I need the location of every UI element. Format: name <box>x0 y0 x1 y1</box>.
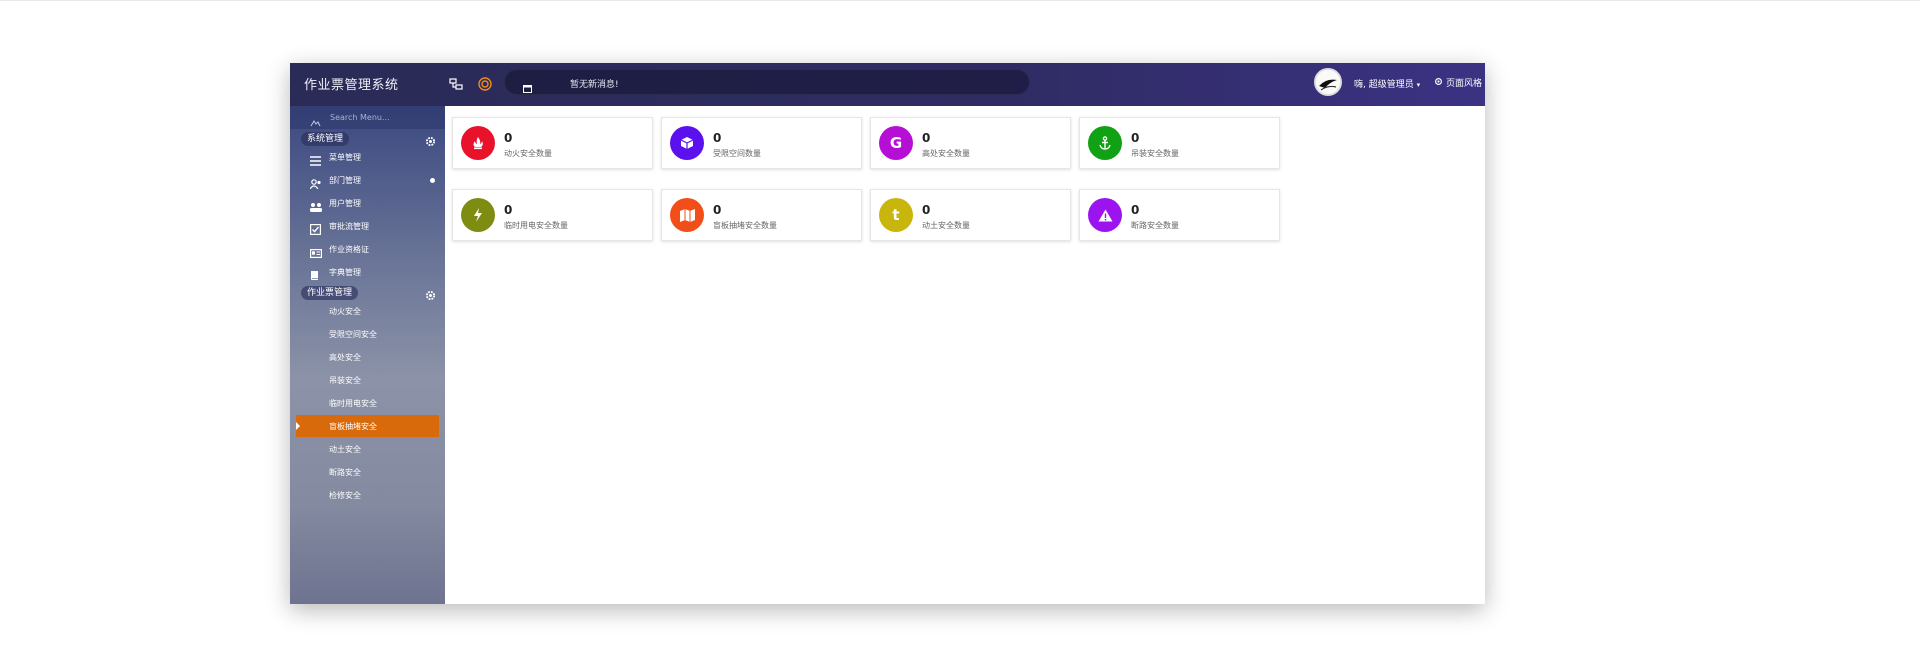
search-icon <box>310 113 321 132</box>
top-divider <box>0 0 1920 1</box>
gear-icon <box>1434 77 1443 89</box>
sidebar-item-label: 用户管理 <box>329 199 361 208</box>
sidebar-item-height-work[interactable]: 高处安全 <box>296 346 439 368</box>
stat-label: 高处安全数量 <box>922 149 970 158</box>
google-icon: G <box>879 126 913 160</box>
users-icon <box>309 174 322 190</box>
sidebar-item-label: 动火安全 <box>329 307 361 316</box>
sidebar-item-approval-flow[interactable]: 审批流管理 <box>296 215 439 237</box>
gear-icon[interactable] <box>425 286 437 301</box>
search-menu-input[interactable] <box>330 110 435 125</box>
stat-count: 0 <box>713 131 722 145</box>
status-dot <box>430 178 435 183</box>
checkbox-icon <box>310 220 322 236</box>
section-label-system: 系统管理 <box>301 132 350 146</box>
sidebar-item-label: 字典管理 <box>329 268 361 277</box>
sidebar-item-confined-space[interactable]: 受限空间安全 <box>296 323 439 345</box>
tumblr-icon: t <box>879 198 913 232</box>
list-icon <box>310 151 322 166</box>
section-label-work-ticket: 作业票管理 <box>301 286 359 300</box>
sidebar-item-users[interactable]: 用户管理 <box>296 192 439 214</box>
user-menu[interactable]: 嗨, 超级管理员 ▾ <box>1354 77 1420 90</box>
sidebar-item-certificate[interactable]: 作业资格证 <box>296 238 439 260</box>
user-name: 嗨, 超级管理员 <box>1354 80 1414 90</box>
stat-card-excavation[interactable]: t 0 动土安全数量 <box>870 189 1071 241</box>
stat-label: 吊装安全数量 <box>1131 149 1179 158</box>
stat-card-hot-work[interactable]: 0 动火安全数量 <box>452 117 653 169</box>
stat-card-blind-plate[interactable]: 0 盲板抽堵安全数量 <box>661 189 862 241</box>
avatar[interactable] <box>1314 68 1342 96</box>
stat-count: 0 <box>922 131 931 145</box>
stat-count: 0 <box>713 203 722 217</box>
sidebar-item-label: 菜单管理 <box>329 153 361 162</box>
sidebar-item-label: 受限空间安全 <box>329 330 377 339</box>
stat-card-temp-power[interactable]: 0 临时用电安全数量 <box>452 189 653 241</box>
fire-icon <box>461 126 495 160</box>
app-window: 作业票管理系统 暂无新消息! 嗨, 超级管理员 ▾ 页面风格 Search Me… <box>290 63 1485 604</box>
stat-label: 动土安全数量 <box>922 221 970 230</box>
notice-bar[interactable]: 暂无新消息! <box>504 69 1030 95</box>
app-title: 作业票管理系统 <box>304 78 399 93</box>
main-content: 0 动火安全数量 0 受限空间数量 G 0 高处安全数量 0 吊装安全数量 0 … <box>445 106 1485 604</box>
sidebar-item-label: 高处安全 <box>329 353 361 362</box>
stat-label: 临时用电安全数量 <box>504 221 568 230</box>
caret-down-icon: ▾ <box>1416 81 1421 89</box>
stat-card-height-work[interactable]: G 0 高处安全数量 <box>870 117 1071 169</box>
calendar-icon <box>523 78 532 97</box>
sidebar-item-dictionary[interactable]: 字典管理 <box>296 261 439 283</box>
sidebar-item-maintenance[interactable]: 检修安全 <box>296 484 439 506</box>
notice-text: 暂无新消息! <box>570 80 619 90</box>
sidebar-item-hot-work[interactable]: 动火安全 <box>296 300 439 322</box>
gear-icon[interactable] <box>425 132 437 147</box>
sidebar-search <box>290 106 445 129</box>
user-group-icon <box>310 197 322 212</box>
anchor-icon <box>1088 126 1122 160</box>
stat-label: 动火安全数量 <box>504 149 552 158</box>
sidebar-item-lifting[interactable]: 吊装安全 <box>296 369 439 391</box>
sidebar-item-department[interactable]: 部门管理 <box>296 169 439 191</box>
sidebar-item-label: 断路安全 <box>329 468 361 477</box>
sidebar-item-label: 部门管理 <box>329 176 361 185</box>
stat-count: 0 <box>504 131 513 145</box>
sidebar-item-label: 动土安全 <box>329 445 361 454</box>
cube-icon <box>670 126 704 160</box>
page-style-label: 页面风格 <box>1446 79 1483 89</box>
top-header: 作业票管理系统 暂无新消息! 嗨, 超级管理员 ▾ 页面风格 <box>290 63 1485 106</box>
stat-label: 受限空间数量 <box>713 149 761 158</box>
sidebar: 系统管理 菜单管理 部门管理 用户管理 审批流管理 作业资格证 字典管理 <box>290 106 445 604</box>
sidebar-item-label: 检修安全 <box>329 491 361 500</box>
page-style-button[interactable]: 页面风格 <box>1434 76 1482 89</box>
target-icon[interactable] <box>474 73 496 95</box>
sidebar-item-excavation[interactable]: 动土安全 <box>296 438 439 460</box>
stat-count: 0 <box>504 203 513 217</box>
stat-count: 0 <box>922 203 931 217</box>
stat-count: 0 <box>1131 203 1140 217</box>
sidebar-item-blind-plate[interactable]: 盲板抽堵安全 <box>296 415 439 437</box>
sidebar-item-temp-power[interactable]: 临时用电安全 <box>296 392 439 414</box>
map-icon <box>670 198 704 232</box>
warning-icon <box>1088 198 1122 232</box>
stat-card-lifting[interactable]: 0 吊装安全数量 <box>1079 117 1280 169</box>
stat-count: 0 <box>1131 131 1140 145</box>
sidebar-item-label: 作业资格证 <box>329 245 369 254</box>
stat-label: 断路安全数量 <box>1131 221 1179 230</box>
sidebar-item-label: 临时用电安全 <box>329 399 377 408</box>
id-card-icon <box>310 243 323 259</box>
stat-card-confined-space[interactable]: 0 受限空间数量 <box>661 117 862 169</box>
stat-card-road-break[interactable]: 0 断路安全数量 <box>1079 189 1280 241</box>
bolt-icon <box>461 198 495 232</box>
sidebar-item-menu[interactable]: 菜单管理 <box>296 146 439 168</box>
active-caret-icon <box>296 422 300 430</box>
sidebar-item-road-break[interactable]: 断路安全 <box>296 461 439 483</box>
stat-label: 盲板抽堵安全数量 <box>713 221 777 230</box>
sidebar-item-label: 盲板抽堵安全 <box>329 422 377 431</box>
sidebar-item-label: 吊装安全 <box>329 376 361 385</box>
book-icon <box>310 266 322 280</box>
sidebar-item-label: 审批流管理 <box>329 222 369 231</box>
sitemap-icon[interactable] <box>445 73 467 95</box>
